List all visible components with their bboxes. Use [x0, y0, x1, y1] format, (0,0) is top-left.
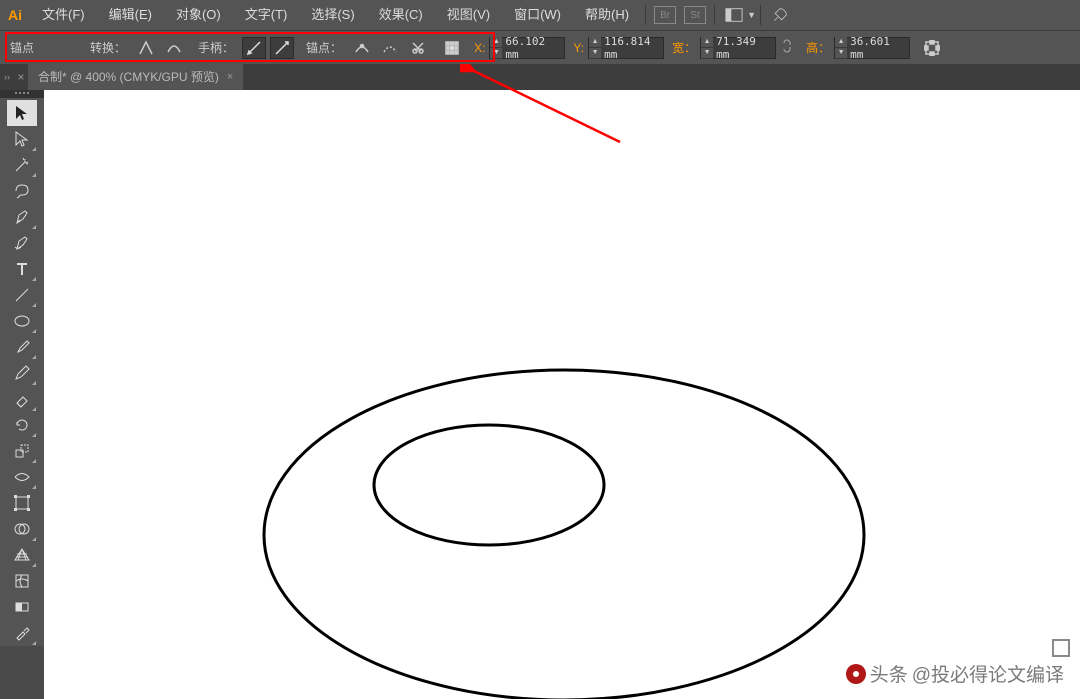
- selection-tool[interactable]: [7, 100, 37, 126]
- bridge-icon[interactable]: Br: [654, 6, 676, 24]
- document-tab-title: 合制* @ 400% (CMYK/GPU 预览): [38, 64, 219, 90]
- artwork-ellipses: [44, 90, 1080, 699]
- direct-selection-tool[interactable]: [7, 126, 37, 152]
- remove-anchor-icon[interactable]: [350, 37, 374, 59]
- handles-label: 手柄：: [198, 39, 234, 56]
- convert-label: 转换：: [90, 39, 126, 56]
- y-input[interactable]: ▲▼ 116.814 mm: [588, 37, 664, 59]
- eraser-tool[interactable]: [7, 386, 37, 412]
- anchor-point-label: 锚点: [10, 39, 34, 56]
- chevron-down-icon: ▼: [747, 10, 756, 20]
- arrange-documents-icon[interactable]: [722, 5, 746, 25]
- menu-window[interactable]: 窗口(W): [502, 0, 573, 30]
- document-tab[interactable]: 合制* @ 400% (CMYK/GPU 预览) ×: [28, 64, 243, 90]
- lasso-tool[interactable]: [7, 178, 37, 204]
- y-label: Y:: [573, 41, 584, 55]
- menu-effect[interactable]: 效果(C): [367, 0, 435, 30]
- canvas-area: [44, 90, 1080, 699]
- gradient-tool[interactable]: [7, 594, 37, 620]
- x-label: X:: [474, 41, 485, 55]
- magic-wand-tool[interactable]: [7, 152, 37, 178]
- ellipse-tool[interactable]: [7, 308, 37, 334]
- toolbox: [0, 98, 44, 646]
- watermark-text: @投必得论文编译: [912, 660, 1064, 687]
- menu-edit[interactable]: 编辑(E): [97, 0, 164, 30]
- line-tool[interactable]: [7, 282, 37, 308]
- menu-separator: [714, 5, 715, 25]
- x-input[interactable]: ▲▼ 66.102 mm: [489, 37, 565, 59]
- convert-corner-icon[interactable]: [134, 37, 158, 59]
- cut-path-icon[interactable]: [406, 37, 430, 59]
- artboard[interactable]: [44, 90, 1080, 699]
- x-value[interactable]: 66.102 mm: [502, 35, 564, 61]
- height-input[interactable]: ▲▼ 36.601 mm: [834, 37, 910, 59]
- height-label: 高：: [806, 39, 830, 56]
- corner-expand-icon[interactable]: [1050, 637, 1072, 659]
- tab-grip-icon[interactable]: ››: [0, 72, 14, 82]
- eyedropper-tool[interactable]: [7, 620, 37, 646]
- width-input[interactable]: ▲▼ 71.349 mm: [700, 37, 776, 59]
- watermark-prefix: 头条: [870, 660, 908, 687]
- stock-icon[interactable]: St: [684, 6, 706, 24]
- shape-builder-tool[interactable]: [7, 516, 37, 542]
- rotate-tool[interactable]: [7, 412, 37, 438]
- pencil-tool[interactable]: [7, 360, 37, 386]
- control-bar: 锚点 转换： 手柄： 锚点： X: ▲▼ 66.102 mm Y: ▲▼ 116…: [0, 30, 1080, 64]
- show-handles-icon[interactable]: [242, 37, 266, 59]
- menu-bar: Ai 文件(F) 编辑(E) 对象(O) 文字(T) 选择(S) 效果(C) 视…: [0, 0, 1080, 30]
- curvature-tool[interactable]: [7, 230, 37, 256]
- app-logo: Ai: [0, 0, 30, 30]
- width-label: 宽：: [672, 39, 696, 56]
- menu-separator: [645, 5, 646, 25]
- mesh-tool[interactable]: [7, 568, 37, 594]
- anchors-label: 锚点：: [306, 39, 342, 56]
- toolbar-grip[interactable]: [0, 90, 44, 98]
- hide-handles-icon[interactable]: [270, 37, 294, 59]
- tab-close-icon[interactable]: ×: [227, 64, 233, 90]
- width-value[interactable]: 71.349 mm: [713, 35, 775, 61]
- height-value[interactable]: 36.601 mm: [847, 35, 909, 61]
- menu-select[interactable]: 选择(S): [299, 0, 366, 30]
- menu-file[interactable]: 文件(F): [30, 0, 97, 30]
- x-stepper[interactable]: ▲▼: [490, 37, 502, 59]
- pen-tool[interactable]: [7, 204, 37, 230]
- paintbrush-tool[interactable]: [7, 334, 37, 360]
- tab-close-icon[interactable]: ×: [14, 70, 28, 84]
- reference-point-icon[interactable]: [440, 37, 464, 59]
- menu-separator: [760, 5, 761, 25]
- watermark-logo-icon: [846, 664, 866, 684]
- y-stepper[interactable]: ▲▼: [589, 37, 601, 59]
- watermark: 头条 @投必得论文编译: [846, 660, 1064, 687]
- width-tool[interactable]: [7, 464, 37, 490]
- width-stepper[interactable]: ▲▼: [701, 37, 713, 59]
- type-tool[interactable]: [7, 256, 37, 282]
- menu-view[interactable]: 视图(V): [435, 0, 502, 30]
- menu-object[interactable]: 对象(O): [164, 0, 233, 30]
- convert-smooth-icon[interactable]: [162, 37, 186, 59]
- menu-type[interactable]: 文字(T): [233, 0, 300, 30]
- scale-tool[interactable]: [7, 438, 37, 464]
- y-value[interactable]: 116.814 mm: [601, 35, 663, 61]
- perspective-grid-tool[interactable]: [7, 542, 37, 568]
- gpu-rocket-icon[interactable]: [768, 5, 792, 25]
- link-wh-icon[interactable]: [780, 37, 794, 58]
- connect-anchor-icon[interactable]: [378, 37, 402, 59]
- menu-help[interactable]: 帮助(H): [573, 0, 641, 30]
- free-transform-tool[interactable]: [7, 490, 37, 516]
- document-tab-bar: ›› × 合制* @ 400% (CMYK/GPU 预览) ×: [0, 64, 1080, 90]
- isolate-shape-icon[interactable]: [920, 37, 944, 59]
- height-stepper[interactable]: ▲▼: [835, 37, 847, 59]
